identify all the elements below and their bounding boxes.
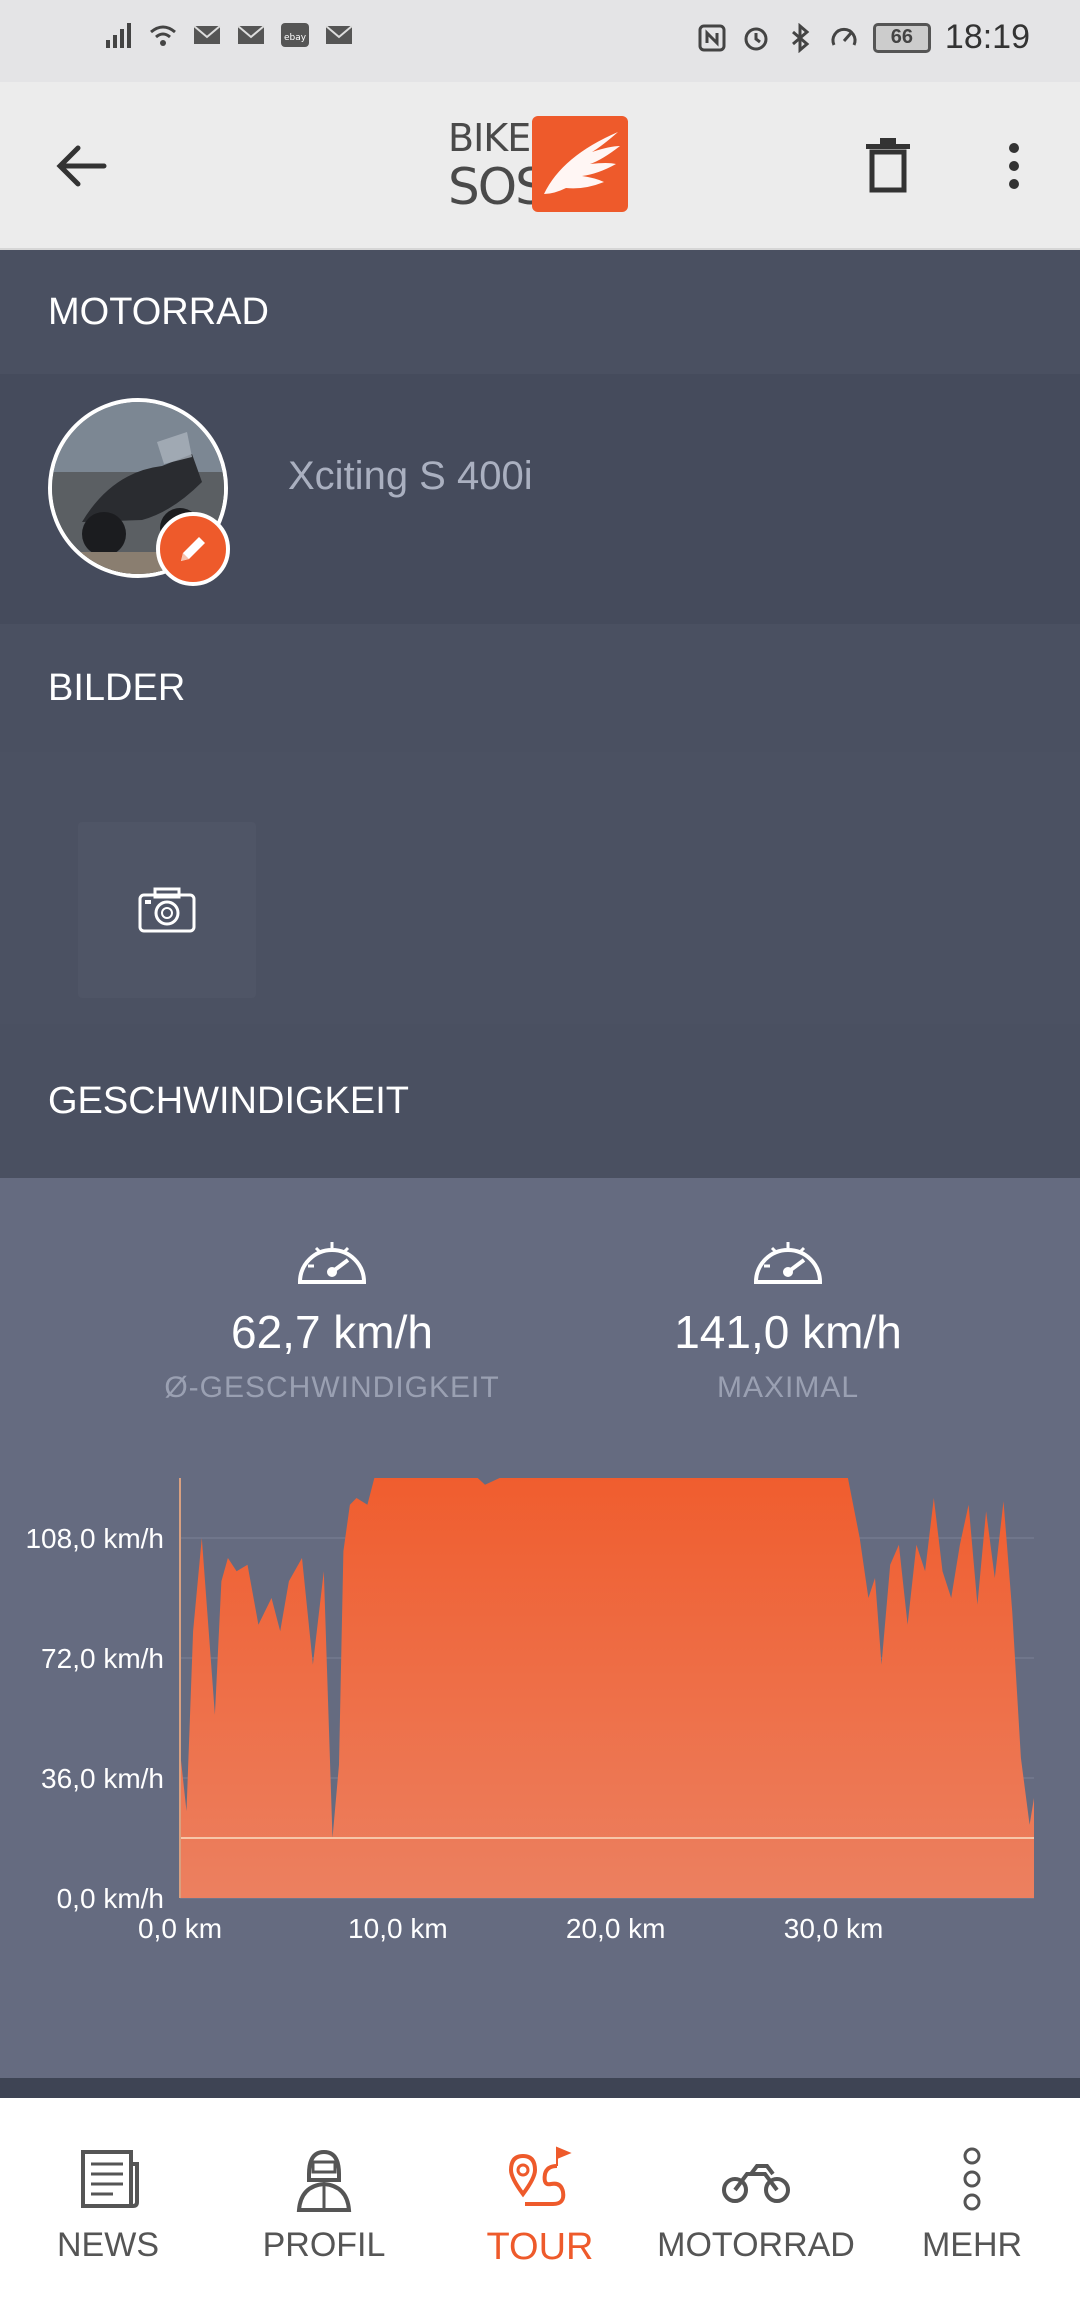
svg-text:ebay: ebay — [284, 33, 307, 43]
nav-motorrad[interactable]: MOTORRAD — [648, 2098, 864, 2312]
images-row — [0, 752, 1080, 1024]
max-speed-label: MAXIMAL — [716, 1371, 860, 1404]
bottom-navigation: NEWS PROFIL TOUR MOTORRAD MEHR — [0, 2098, 1080, 2312]
newspaper-icon — [81, 2150, 139, 2208]
camera-icon — [138, 887, 196, 933]
avg-speed-value: 62,7 km/h — [231, 1306, 433, 1358]
speed-area-series — [180, 1478, 1034, 1898]
avg-speed-stat: 62,7 km/h Ø-GESCHWINDIGKEIT — [132, 1230, 532, 1405]
add-photo-button[interactable] — [78, 822, 256, 998]
section-title: MOTORRAD — [48, 290, 269, 333]
max-speed-stat: 141,0 km/h MAXIMAL — [588, 1230, 988, 1405]
nav-tour[interactable]: TOUR — [432, 2098, 648, 2312]
wing-logo-icon — [532, 116, 628, 212]
nav-label: TOUR — [486, 2226, 594, 2268]
nav-label: MOTORRAD — [657, 2226, 855, 2264]
nav-label: PROFIL — [262, 2226, 386, 2264]
y-tick-label: 0,0 km/h — [57, 1883, 164, 1914]
clock: 18:19 — [944, 18, 1030, 56]
ebay-icon: ebay — [281, 23, 309, 47]
trash-icon[interactable] — [862, 134, 914, 198]
signal-icon — [106, 23, 131, 48]
avg-speed-label: Ø-GESCHWINDIGKEIT — [164, 1371, 500, 1404]
bike-row[interactable]: Xciting S 400i — [0, 374, 1080, 624]
section-header-bilder: BILDER — [0, 624, 1080, 752]
speedometer-icon — [753, 1242, 823, 1284]
bluetooth-icon — [791, 22, 810, 53]
section-header-geschwindigkeit: GESCHWINDIGKEIT — [0, 1024, 1080, 1178]
max-speed-value: 141,0 km/h — [674, 1306, 902, 1358]
x-tick-labels: 0,0 km 10,0 km 20,0 km 30,0 km — [138, 1913, 883, 1944]
back-arrow-icon[interactable] — [50, 134, 114, 198]
nfc-icon — [698, 24, 726, 51]
route-pin-icon — [508, 2146, 572, 2206]
nav-profil[interactable]: PROFIL — [216, 2098, 432, 2312]
data-saver-icon — [831, 27, 857, 46]
status-bar: ebay 66 18:19 — [0, 0, 1080, 82]
wifi-icon — [150, 25, 176, 46]
mail-icon — [325, 25, 353, 44]
app-bar: BIKER SOS — [0, 82, 1080, 250]
system-icons: 66 18:19 — [697, 18, 1030, 57]
more-dots-icon — [963, 2147, 981, 2211]
x-tick-label: 10,0 km — [348, 1913, 448, 1944]
rider-helmet-icon — [296, 2149, 352, 2212]
section-header-motorrad: MOTORRAD — [0, 250, 1080, 374]
nav-news[interactable]: NEWS — [0, 2098, 216, 2312]
notification-icons: ebay — [104, 20, 354, 50]
x-tick-label: 20,0 km — [566, 1913, 666, 1944]
alarm-icon — [744, 27, 768, 50]
nav-label: MEHR — [921, 2226, 1023, 2264]
mail-icon — [193, 25, 221, 44]
speedometer-icon — [297, 1242, 367, 1284]
speed-panel: 62,7 km/h Ø-GESCHWINDIGKEIT 141,0 km/h M… — [0, 1178, 1080, 2078]
nav-mehr[interactable]: MEHR — [864, 2098, 1080, 2312]
app-logo: BIKER SOS — [448, 116, 632, 216]
motorcycle-icon — [722, 2164, 790, 2203]
section-title: GESCHWINDIGKEIT — [48, 1079, 410, 1122]
section-title: BILDER — [48, 666, 186, 709]
bike-name: Xciting S 400i — [288, 454, 533, 498]
mail-icon — [237, 25, 265, 44]
logo-text-sos: SOS — [448, 158, 547, 216]
y-tick-label: 36,0 km/h — [41, 1763, 164, 1794]
y-tick-label: 108,0 km/h — [25, 1523, 164, 1554]
divider-band — [0, 2078, 1080, 2098]
x-tick-label: 0,0 km — [138, 1913, 222, 1944]
nav-label: NEWS — [57, 2226, 159, 2264]
y-tick-labels: 144,0 km/h108,0 km/h72,0 km/h36,0 km/h0,… — [25, 1523, 164, 1914]
battery-indicator: 66 — [872, 22, 931, 53]
speed-chart: 144,0 km/h108,0 km/h72,0 km/h36,0 km/h0,… — [25, 1478, 1034, 1944]
x-tick-label: 30,0 km — [784, 1913, 884, 1944]
more-vert-icon[interactable] — [1002, 134, 1026, 198]
edit-bike-button[interactable] — [156, 512, 230, 586]
y-tick-label: 72,0 km/h — [41, 1643, 164, 1674]
pencil-icon — [181, 537, 205, 561]
